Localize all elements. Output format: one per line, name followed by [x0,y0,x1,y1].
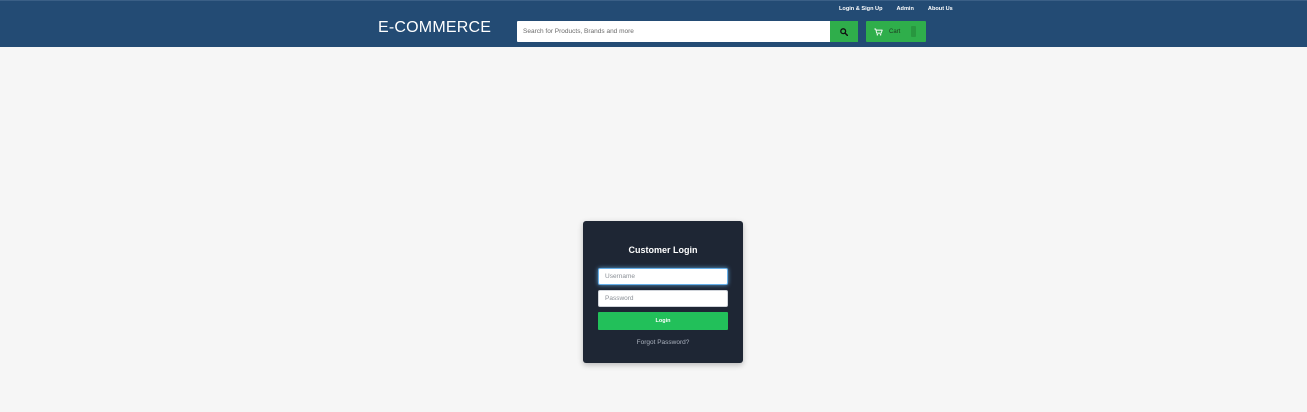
cart-icon [874,24,883,39]
password-field[interactable] [598,290,728,307]
about-us-link[interactable]: About Us [928,6,953,16]
search-input[interactable] [517,21,830,42]
search-button[interactable] [830,21,858,42]
top-links: Login & Sign Up Admin About Us [839,6,953,16]
cart-count-badge [911,26,916,37]
top-navbar: E-COMMERCE Login & Sign Up Admin About U… [0,0,1307,47]
cart-label: Cart [889,28,901,35]
login-signup-link[interactable]: Login & Sign Up [839,6,883,16]
search-icon [840,24,849,39]
username-field[interactable] [598,268,728,285]
login-title: Customer Login [628,245,698,255]
cart-button[interactable]: Cart [866,21,926,42]
customer-login-panel: Customer Login Login Forgot Password? [583,221,743,363]
search-bar [517,21,858,42]
login-button[interactable]: Login [598,312,728,330]
brand-logo[interactable]: E-COMMERCE [378,19,491,37]
admin-link[interactable]: Admin [897,6,914,16]
forgot-password-link[interactable]: Forgot Password? [583,339,743,346]
